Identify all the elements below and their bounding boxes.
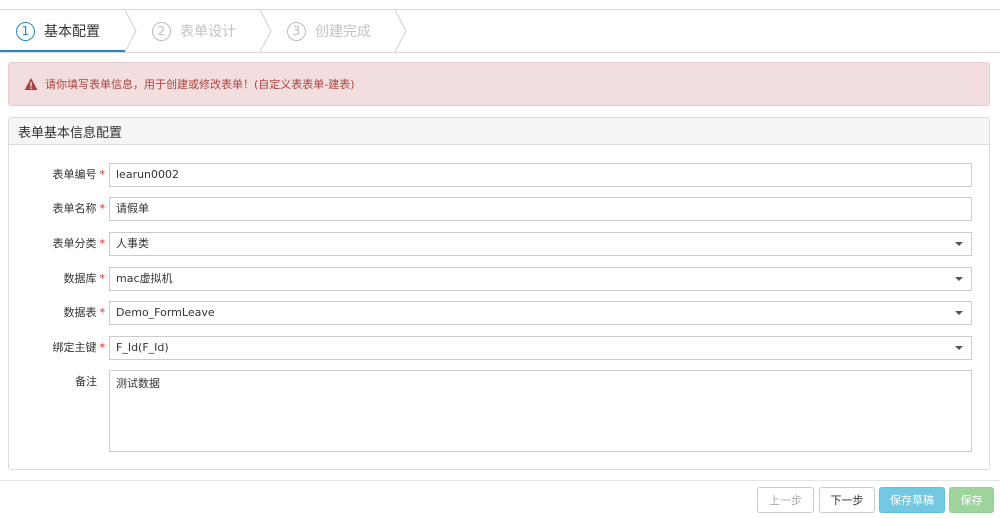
required-mark: *: [99, 168, 106, 181]
field-label: 备注: [75, 375, 97, 388]
step-label: 基本配置: [44, 24, 100, 40]
form-row-data-table: 数据表 * Demo_FormLeave: [9, 301, 991, 325]
form-row-database: 数据库 * mac虚拟机: [9, 267, 991, 291]
window-top-bar: [0, 0, 1000, 10]
save-button[interactable]: 保存: [949, 487, 994, 513]
select-value: F_Id(F_Id): [116, 341, 169, 354]
required-mark: *: [99, 341, 106, 354]
caret-down-icon: [955, 277, 963, 281]
step-number: 3: [287, 21, 306, 41]
panel-title: 表单基本信息配置: [9, 118, 989, 145]
form-info-panel: 表单基本信息配置 表单编号 * learun0002 表单名称 * 请假单 表单分类…: [8, 117, 990, 470]
field-label: 数据库 *: [63, 272, 106, 285]
form-row-form-name: 表单名称 * 请假单: [9, 197, 991, 221]
caret-down-icon: [955, 311, 963, 315]
field-label: 表单分类 *: [52, 237, 106, 250]
required-mark: *: [99, 202, 106, 215]
step-label: 创建完成: [315, 24, 371, 40]
required-mark: *: [99, 306, 106, 319]
required-mark: *: [99, 272, 106, 285]
required-mark: *: [99, 237, 106, 250]
caret-down-icon: [955, 242, 963, 246]
select-value: 人事类: [116, 237, 149, 250]
alert-message-box: 请你填写表单信息，用于创建或修改表单！(自定义表表单-建表): [8, 62, 990, 106]
save-draft-button[interactable]: 保存草稿: [879, 487, 945, 513]
primary-key-select[interactable]: F_Id(F_Id): [109, 336, 972, 360]
form-name-input[interactable]: 请假单: [109, 197, 972, 221]
step-number: 2: [152, 21, 171, 41]
select-value: mac虚拟机: [116, 272, 173, 285]
wizard-step-form-design[interactable]: 2 表单设计: [152, 10, 236, 52]
select-value: Demo_FormLeave: [116, 306, 215, 319]
step-label: 表单设计: [180, 24, 236, 40]
next-step-button[interactable]: 下一步: [819, 487, 875, 513]
form-category-select[interactable]: 人事类: [109, 232, 972, 256]
warning-triangle-icon: [24, 78, 38, 90]
step-number: 1: [16, 21, 35, 41]
field-label: 表单名称 *: [52, 202, 106, 215]
form-row-form-code: 表单编号 * learun0002: [9, 163, 991, 187]
field-label: 绑定主键 *: [52, 341, 106, 354]
form-code-input[interactable]: learun0002: [109, 163, 972, 187]
remark-textarea[interactable]: 测试数据: [109, 370, 972, 452]
data-table-select[interactable]: Demo_FormLeave: [109, 301, 972, 325]
form-row-remark: 备注 测试数据: [9, 370, 991, 452]
alert-text: 请你填写表单信息，用于创建或修改表单！(自定义表表单-建表): [45, 78, 355, 91]
form-row-form-category: 表单分类 * 人事类: [9, 232, 991, 256]
field-label: 表单编号 *: [52, 168, 106, 181]
form-row-primary-key: 绑定主键 * F_Id(F_Id): [9, 336, 991, 360]
database-select[interactable]: mac虚拟机: [109, 267, 972, 291]
caret-down-icon: [955, 346, 963, 350]
field-label: 数据表 *: [63, 306, 106, 319]
wizard-step-basic-config[interactable]: 1 基本配置: [16, 10, 100, 52]
wizard-steps: 1 基本配置 2 表单设计 3 创建完成: [0, 10, 1000, 53]
wizard-step-create-complete[interactable]: 3 创建完成: [287, 10, 371, 52]
prev-step-button[interactable]: 上一步: [757, 487, 814, 513]
